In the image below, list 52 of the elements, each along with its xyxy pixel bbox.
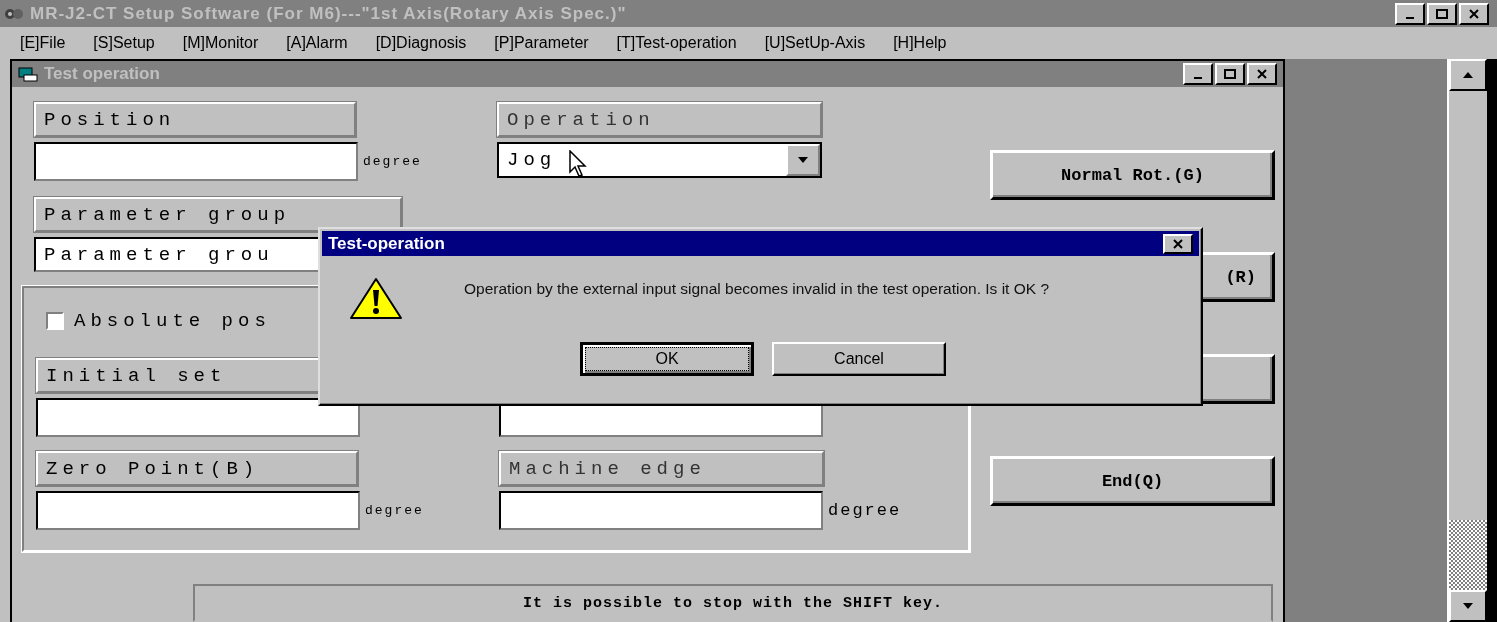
mouse-pointer-icon (569, 150, 589, 178)
scroll-up-icon[interactable] (1449, 59, 1487, 91)
vertical-scrollbar[interactable] (1447, 59, 1487, 622)
computer-icon (18, 66, 38, 82)
maximize-icon (1224, 69, 1236, 79)
close-button[interactable] (1247, 63, 1277, 85)
close-icon (1257, 69, 1267, 79)
initial-set-field[interactable] (36, 398, 360, 437)
unit-label: degree (363, 154, 422, 169)
position-field[interactable] (34, 142, 358, 181)
menu-item[interactable]: [A]Alarm (286, 34, 348, 52)
field-label: Zero Point(B) (36, 451, 358, 486)
menu-item[interactable]: [U]SetUp-Axis (764, 34, 866, 52)
minimize-icon (1406, 16, 1414, 19)
dialog-button[interactable]: Cancel (772, 342, 946, 376)
dialog-message: Operation by the external input signal becomes invalid in the test operation. Is it OK ? (464, 280, 1051, 298)
machine-edge-field[interactable] (499, 491, 823, 530)
minimize-button[interactable] (1395, 2, 1425, 25)
menu-item[interactable]: [H]Help (893, 34, 947, 52)
menu-item[interactable]: [D]Diagnosis (375, 34, 467, 52)
menu-item[interactable]: [P]Parameter (494, 34, 589, 52)
unit-label: degree (365, 503, 424, 518)
dialog-button[interactable]: OK (580, 342, 754, 376)
zero-point-field[interactable] (36, 491, 360, 530)
minimize-button[interactable] (1183, 63, 1213, 85)
checkbox[interactable] (46, 312, 64, 330)
field-label: Operation (497, 102, 822, 137)
unit-label: degree (828, 501, 902, 520)
maximize-button[interactable] (1215, 63, 1245, 85)
window-title: MR-J2-CT Setup Software (For M6)---"1st Axis(Rotary Axis Spec.)" (30, 3, 627, 24)
menu-item[interactable]: [S]Setup (93, 34, 155, 52)
command-button[interactable]: Normal Rot.(G) (990, 150, 1275, 200)
close-icon (1469, 8, 1479, 19)
window-title: Test operation (44, 64, 160, 84)
maximize-icon (1436, 8, 1448, 19)
close-icon (1172, 238, 1184, 249)
status-message: It is possible to stop with the SHIFT key. (193, 584, 1273, 622)
menu-item[interactable]: [T]Test-operation (616, 34, 737, 52)
close-button[interactable] (1163, 233, 1193, 254)
checkbox-label: Absolute pos (74, 310, 271, 332)
maximize-button[interactable] (1427, 2, 1457, 25)
warning-icon (348, 276, 404, 322)
close-button[interactable] (1459, 2, 1489, 25)
menu-item[interactable]: [E]File (20, 34, 66, 52)
command-button[interactable]: End(Q) (990, 456, 1275, 506)
operation-dropdown[interactable]: Jog (497, 142, 822, 178)
scroll-down-icon[interactable] (1449, 590, 1487, 622)
field-label: Parameter group (34, 197, 402, 232)
menu-item[interactable]: [M]Monitor (182, 34, 259, 52)
field-label: Machine edge (499, 451, 824, 486)
minimize-icon (1194, 77, 1202, 79)
field-label: Position (34, 102, 356, 137)
